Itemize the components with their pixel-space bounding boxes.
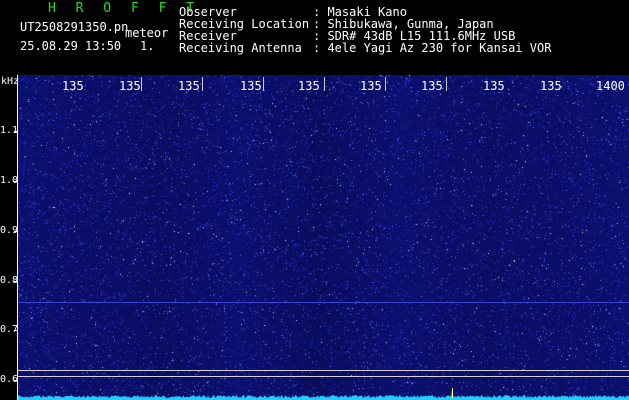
y-axis-line [17, 75, 18, 400]
x-tick-label: 135 [483, 79, 505, 93]
y-tick [14, 281, 18, 282]
y-tick [14, 231, 18, 232]
meteor-label: meteor [125, 26, 169, 40]
x-tick-label: 135 [62, 79, 84, 93]
reference-line-lower [18, 376, 629, 377]
x-tick [324, 77, 325, 91]
signal-level-fill [18, 390, 629, 400]
spectrogram-waterfall [18, 75, 629, 400]
antenna-label: Receiving Antenna [179, 41, 302, 55]
x-tick-label: 135 [540, 79, 562, 93]
x-tick [385, 77, 386, 91]
x-tick [446, 77, 447, 91]
filename-label: UT2508291350.pn [20, 20, 129, 34]
header-panel: H R O F F T UT2508291350.pn meteor 25.08… [0, 0, 629, 75]
y-tick [14, 380, 18, 381]
y-tick [14, 181, 18, 182]
datetime-label: 25.08.29 13:50 [20, 39, 122, 53]
noise-texture [18, 75, 629, 400]
y-tick [14, 131, 18, 132]
signal-level-trace [18, 390, 629, 400]
faint-signal-line [18, 302, 629, 303]
x-tick-label: 135 [298, 79, 320, 93]
x-tick-label: 135 [119, 79, 141, 93]
x-tick-label: 135 [178, 79, 200, 93]
x-tick-label: 135 [360, 79, 382, 93]
x-tick-label: 1400 [596, 79, 625, 93]
x-tick [141, 77, 142, 91]
x-tick [263, 77, 264, 91]
antenna-value: : 4ele Yagi Az 230 for Kansai VOR [313, 41, 552, 55]
y-tick [14, 330, 18, 331]
x-tick-label: 135 [421, 79, 443, 93]
signal-marker [452, 388, 453, 398]
meteor-count: 1. [140, 39, 155, 53]
app-title: H R O F F T [48, 1, 201, 16]
x-tick [202, 77, 203, 91]
y-axis-panel [0, 75, 18, 400]
reference-line-upper [18, 370, 629, 371]
y-axis-unit: kHz [1, 76, 20, 87]
x-tick-label: 135 [240, 79, 262, 93]
